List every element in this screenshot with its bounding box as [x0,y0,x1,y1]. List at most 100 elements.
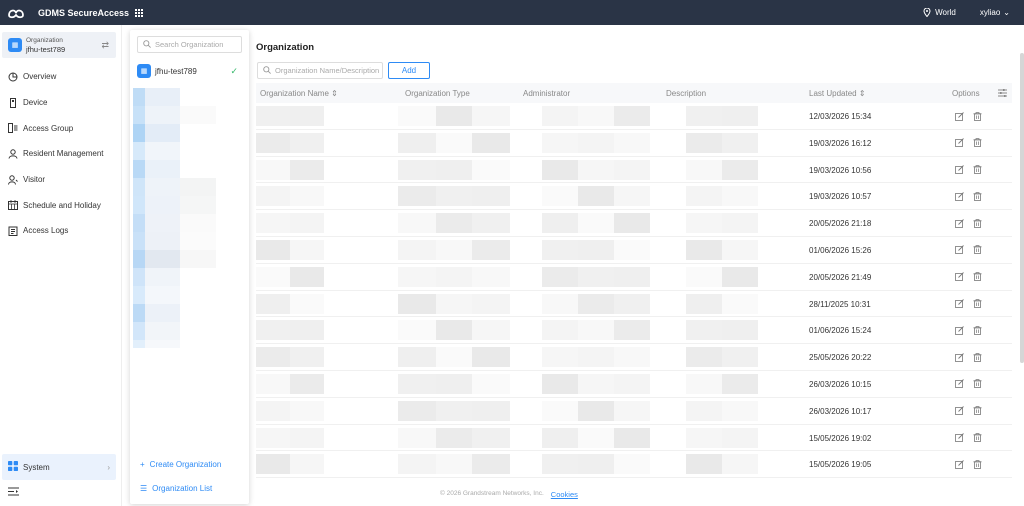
redacted-cell [722,159,758,180]
redacted-cell [472,400,510,421]
edit-icon[interactable] [954,433,964,443]
sidebar-item-visitor[interactable]: Visitor [0,167,122,193]
table-row[interactable]: 15/05/2026 19:05 [256,451,1012,479]
row-options [954,111,982,121]
app-grid-icon[interactable] [135,8,144,17]
add-button[interactable]: Add [388,62,430,79]
gdms-logo-icon[interactable] [4,0,28,25]
sidebar-item-access-logs[interactable]: Access Logs [0,218,122,244]
edit-icon[interactable] [954,165,964,175]
sidebar-item-resident-management[interactable]: Resident Management [0,141,122,167]
delete-icon[interactable] [972,165,982,175]
delete-icon[interactable] [972,272,982,282]
delete-icon[interactable] [972,459,982,469]
edit-icon[interactable] [954,406,964,416]
delete-icon[interactable] [972,299,982,309]
table-row[interactable]: 25/05/2026 20:22 [256,344,1012,371]
selected-org-name: jfhu-test789 [155,66,197,76]
org-name-search-input[interactable]: Organization Name/Description [257,62,383,79]
delete-icon[interactable] [972,138,982,148]
selected-org-item[interactable]: ▦ jfhu-test789 ✓ [134,61,245,81]
org-search-input[interactable]: Search Organization [137,36,242,53]
edit-icon[interactable] [954,352,964,362]
redacted-cell [686,266,722,287]
edit-icon[interactable] [954,218,964,228]
cookies-link[interactable]: Cookies [551,490,578,499]
main-content: Organization Organization Name/Descripti… [250,25,1024,506]
redacted-cell [614,347,650,368]
redacted-cell [542,373,578,394]
redacted-cell [472,427,510,448]
delete-icon[interactable] [972,218,982,228]
user-menu[interactable]: xyliao ⌄ [980,8,1010,17]
chevron-right-icon: › [107,462,110,472]
redacted-cell [436,293,472,314]
table-row[interactable]: 26/03/2026 10:17 [256,398,1012,425]
scrollbar[interactable] [1020,53,1024,363]
delete-icon[interactable] [972,379,982,389]
delete-icon[interactable] [972,433,982,443]
sidebar-item-schedule-and-holiday[interactable]: Schedule and Holiday [0,192,122,218]
sidebar-item-system[interactable]: System › [2,454,116,480]
chevron-down-icon: ⌄ [1003,8,1010,17]
edit-icon[interactable] [954,245,964,255]
org-list-blurred [133,88,243,348]
redacted-cell [398,159,436,180]
table-row[interactable]: 01/06/2026 15:26 [256,237,1012,264]
organization-list-link[interactable]: ☰ Organization List [140,484,212,493]
redacted-cell [472,347,510,368]
redacted-cell [472,213,510,234]
redacted-cell [398,373,436,394]
collapse-menu-icon[interactable] [8,487,19,498]
col-last-updated[interactable]: Last Updated ⇕ [809,89,866,98]
sidebar-item-overview[interactable]: Overview [0,64,122,90]
delete-icon[interactable] [972,406,982,416]
delete-icon[interactable] [972,245,982,255]
table-row[interactable]: 26/03/2026 10:15 [256,371,1012,398]
table-row[interactable]: 20/05/2026 21:49 [256,264,1012,291]
sidebar-item-access-group[interactable]: Access Group [0,115,122,141]
create-organization-label: Create Organization [149,460,222,469]
search-icon [263,65,271,76]
col-administrator: Administrator [523,89,571,98]
last-updated-cell: 19/03/2026 10:56 [809,165,872,175]
org-switcher[interactable]: ▦ Organization jfhu-test789 ⇄ [2,32,116,58]
create-organization-link[interactable]: + Create Organization [140,460,221,469]
region-selector[interactable]: World [923,8,956,17]
delete-icon[interactable] [972,191,982,201]
redacted-cell [398,320,436,341]
redacted-cell [722,239,758,260]
table-row[interactable]: 28/11/2025 10:31 [256,291,1012,318]
redacted-cell [614,239,650,260]
table-row[interactable]: 19/03/2026 10:56 [256,157,1012,184]
table-row[interactable]: 19/03/2026 16:12 [256,130,1012,157]
edit-icon[interactable] [954,459,964,469]
delete-icon[interactable] [972,111,982,121]
edit-icon[interactable] [954,379,964,389]
delete-icon[interactable] [972,325,982,335]
redacted-cell [578,293,614,314]
table-row[interactable]: 01/06/2026 15:24 [256,317,1012,345]
table-row[interactable]: 12/03/2026 15:34 [256,103,1012,130]
col-organization-name[interactable]: Organization Name ⇕ [260,89,338,98]
table-row[interactable]: 20/05/2026 21:18 [256,210,1012,237]
redacted-cell [436,106,472,126]
redacted-cell [614,266,650,287]
redacted-cell [578,186,614,207]
redacted-cell [398,132,436,153]
delete-icon[interactable] [972,352,982,362]
organization-dropdown: Search Organization ▦ jfhu-test789 ✓ + C… [130,30,249,504]
edit-icon[interactable] [954,191,964,201]
swap-icon[interactable]: ⇄ [101,40,109,51]
sidebar-item-device[interactable]: Device [0,90,122,116]
edit-icon[interactable] [954,272,964,282]
redacted-cell [436,159,472,180]
table-row[interactable]: 15/05/2026 19:02 [256,425,1012,452]
edit-icon[interactable] [954,299,964,309]
edit-icon[interactable] [954,138,964,148]
edit-icon[interactable] [954,325,964,335]
redacted-cell [542,400,578,421]
column-settings-icon[interactable] [998,89,1007,99]
edit-icon[interactable] [954,111,964,121]
table-row[interactable]: 19/03/2026 10:57 [256,183,1012,211]
